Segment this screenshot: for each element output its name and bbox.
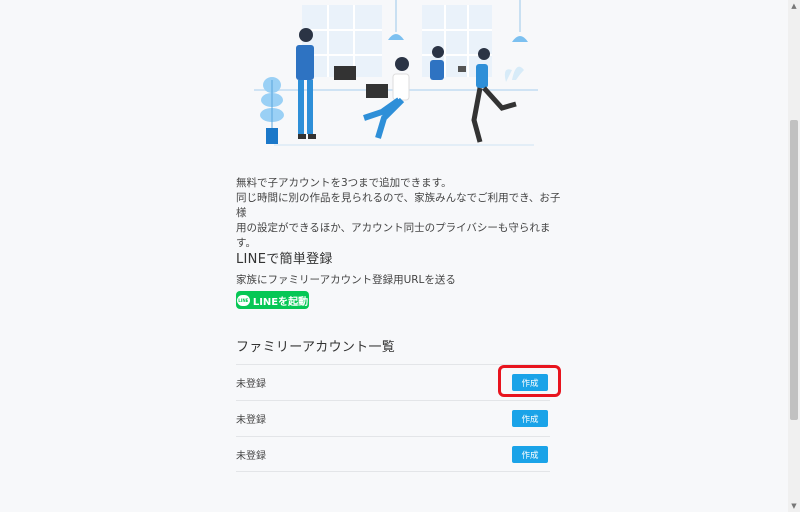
table-row: 未登録 作成 <box>236 436 550 472</box>
launch-line-button[interactable]: LINE LINEを起動 <box>236 291 309 309</box>
hero-illustration <box>254 0 538 150</box>
description-line-2: 同じ時間に別の作品を見られるので、家族みんなでご利用でき、お子様 <box>236 192 561 219</box>
line-section-title: LINEで簡単登録 <box>236 252 333 267</box>
account-status: 未登録 <box>236 415 266 426</box>
scrollbar-thumb[interactable] <box>790 120 798 420</box>
highlight-box <box>498 365 561 397</box>
create-account-button[interactable]: 作成 <box>512 410 548 427</box>
create-account-button[interactable]: 作成 <box>512 446 548 463</box>
account-status: 未登録 <box>236 451 266 462</box>
scroll-up-arrow-icon[interactable]: ▲ <box>788 0 800 12</box>
vertical-scrollbar[interactable]: ▲ ▼ <box>788 0 800 512</box>
line-section-subtitle: 家族にファミリーアカウント登録用URLを送る <box>236 274 456 286</box>
scroll-down-arrow-icon[interactable]: ▼ <box>788 500 800 512</box>
table-row: 未登録 作成 <box>236 400 550 436</box>
launch-line-label: LINEを起動 <box>252 296 309 308</box>
account-status: 未登録 <box>236 379 266 390</box>
description-line-3: 用の設定ができるほか、アカウント同士のプライバシーも守られます。 <box>236 222 551 249</box>
line-logo-icon: LINE <box>236 294 250 306</box>
family-list-title: ファミリーアカウント一覧 <box>236 340 396 355</box>
family-description: 無料で子アカウントを3つまで追加できます。 同じ時間に別の作品を見られるので、家… <box>236 176 566 251</box>
description-line-1: 無料で子アカウントを3つまで追加できます。 <box>236 177 452 189</box>
